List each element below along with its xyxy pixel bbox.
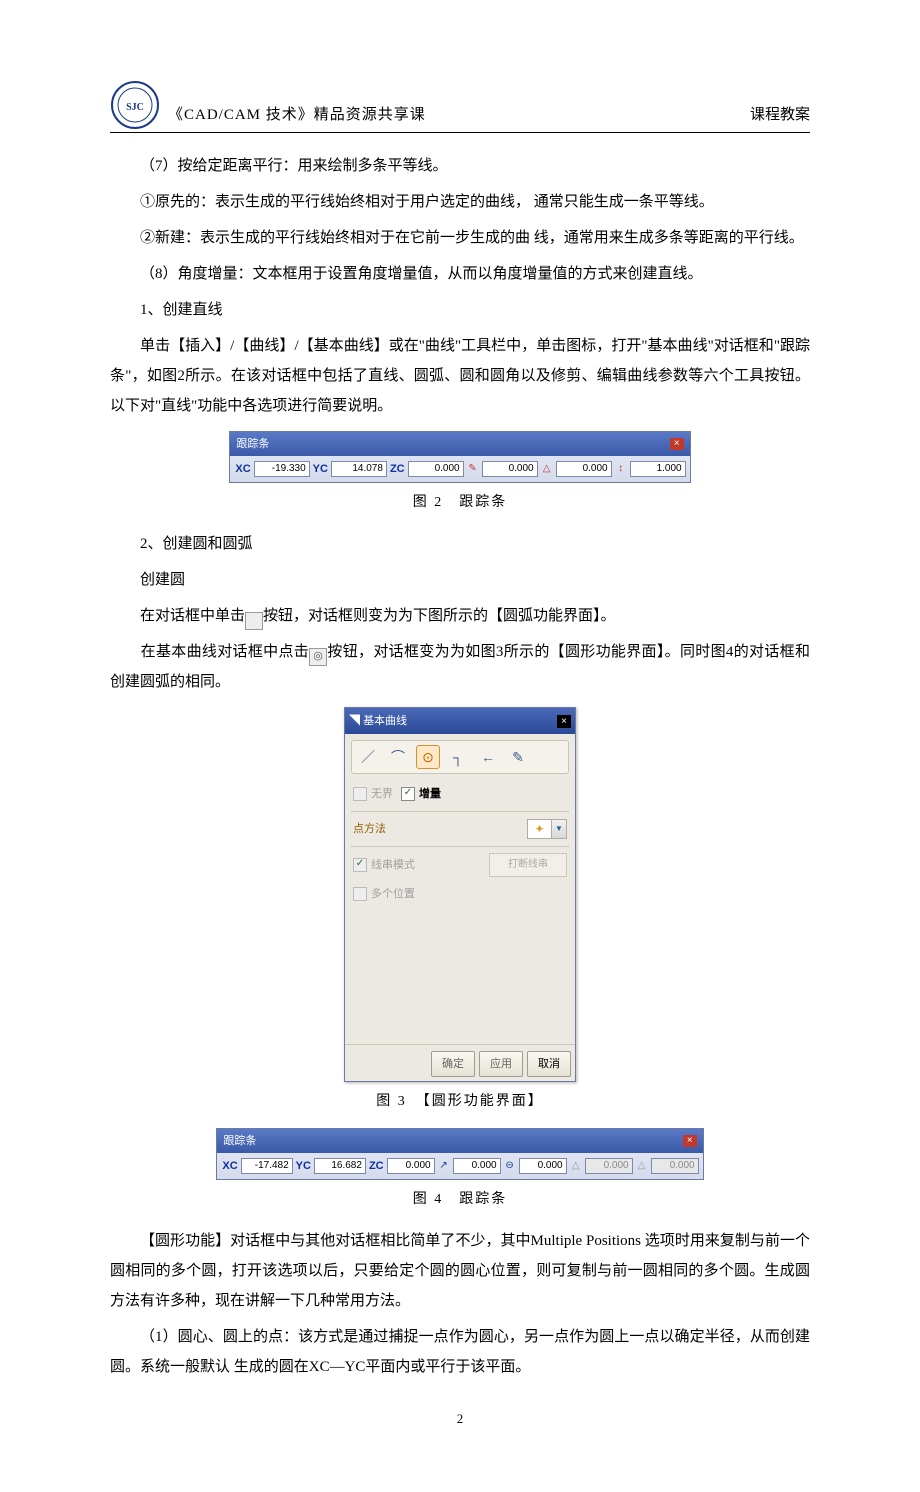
arc-icon[interactable]: ◝ xyxy=(245,612,263,630)
close-icon[interactable]: × xyxy=(683,1135,697,1147)
svg-text:SJC: SJC xyxy=(126,102,144,113)
options-row: 无界 增量 xyxy=(351,780,569,808)
point-method-row: 点方法 ✦ ▼ xyxy=(351,815,569,843)
trackbar-titlebar: 跟踪条 × xyxy=(230,432,689,456)
xc-label: XC xyxy=(235,458,250,480)
unbounded-checkbox xyxy=(353,787,367,801)
para: ②新建：表示生成的平行线始终相对于在它前一步生成的曲 线，通常用来生成多条等距离… xyxy=(110,223,810,253)
yc-label: YC xyxy=(313,458,328,480)
dialog-title-text: ◥ 基本曲线 xyxy=(349,710,407,732)
increment-label: 增量 xyxy=(419,783,441,805)
para: 创建圆 xyxy=(110,565,810,595)
length-input[interactable]: 0.000 xyxy=(482,461,538,477)
yc-input[interactable]: 14.078 xyxy=(331,461,387,477)
figure-2: 跟踪条 × XC -19.330 YC 14.078 ZC 0.000 ✎ 0.… xyxy=(110,431,810,483)
unbounded-label: 无界 xyxy=(371,783,393,805)
line-tool-icon[interactable]: ／ xyxy=(356,745,380,769)
trim-tool-icon[interactable]: ← xyxy=(476,745,500,769)
para: （1）圆心、圆上的点：该方式是通过捕捉一点作为圆心，另一点作为圆上一点以确定半径… xyxy=(110,1322,810,1382)
ok-button[interactable]: 确定 xyxy=(431,1051,475,1077)
yc-label: YC xyxy=(296,1155,311,1177)
trackbar-title-text: 跟踪条 xyxy=(223,1130,256,1152)
infer-point-icon: ✦ xyxy=(528,820,551,838)
angle-input[interactable]: 0.000 xyxy=(556,461,612,477)
para: 1、创建直线 xyxy=(110,295,810,325)
multi-pos-checkbox[interactable] xyxy=(353,887,367,901)
radius-icon: ↗ xyxy=(437,1159,451,1173)
para: （7）按给定距离平行：用来绘制多条平等线。 xyxy=(110,151,810,181)
point-method-label: 点方法 xyxy=(353,818,386,840)
diameter-icon: ⊖ xyxy=(503,1159,517,1173)
basic-curve-dialog: ◥ 基本曲线 × ／ ⌒ ⊙ ┐ ← ✎ 无界 增量 点方法 ✦ xyxy=(344,707,576,1082)
break-string-button: 打断线串 xyxy=(489,853,567,877)
angle1-input: 0.000 xyxy=(585,1158,633,1174)
figure-3-caption: 图 3 【圆形功能界面】 xyxy=(110,1088,810,1116)
trackbar-titlebar: 跟踪条 × xyxy=(217,1129,702,1153)
circle-tool-icon[interactable]: ⊙ xyxy=(416,745,440,769)
multi-pos-row: 多个位置 xyxy=(351,880,569,908)
figure-4-caption: 图 4 跟踪条 xyxy=(110,1186,810,1214)
logo-icon: SJC xyxy=(110,80,160,130)
step-input[interactable]: 1.000 xyxy=(630,461,686,477)
length-icon: ✎ xyxy=(466,462,480,476)
close-icon[interactable]: × xyxy=(557,715,571,728)
header-title: 《CAD/CAM 技术》精品资源共享课 xyxy=(168,100,750,130)
tracking-bar: 跟踪条 × XC -19.330 YC 14.078 ZC 0.000 ✎ 0.… xyxy=(229,431,690,483)
fillet-tool-icon[interactable]: ┐ xyxy=(446,745,470,769)
dialog-titlebar: ◥ 基本曲线 × xyxy=(345,708,575,734)
string-mode-checkbox xyxy=(353,858,367,872)
step-icon: ↕ xyxy=(614,462,628,476)
angle2-input: 0.000 xyxy=(651,1158,699,1174)
figure-4: 跟踪条 × XC -17.482 YC 16.682 ZC 0.000 ↗ 0.… xyxy=(110,1128,810,1180)
para: （8）角度增量：文本框用于设置角度增量值，从而以角度增量值的方式来创建直线。 xyxy=(110,259,810,289)
zc-label: ZC xyxy=(390,458,405,480)
xc-input[interactable]: -17.482 xyxy=(241,1158,293,1174)
zc-input[interactable]: 0.000 xyxy=(387,1158,435,1174)
increment-checkbox[interactable] xyxy=(401,787,415,801)
tracking-bar-2: 跟踪条 × XC -17.482 YC 16.682 ZC 0.000 ↗ 0.… xyxy=(216,1128,703,1180)
xc-input[interactable]: -19.330 xyxy=(254,461,310,477)
zc-input[interactable]: 0.000 xyxy=(408,461,464,477)
curve-toolbar: ／ ⌒ ⊙ ┐ ← ✎ xyxy=(351,740,569,774)
para: 2、创建圆和圆弧 xyxy=(110,529,810,559)
para: 【圆形功能】对话框中与其他对话框相比简单了不少，其中Multiple Posit… xyxy=(110,1226,810,1316)
angle2-icon: △ xyxy=(635,1159,649,1173)
circle-icon[interactable]: ◎ xyxy=(309,648,327,666)
string-mode-label: 线串模式 xyxy=(371,854,415,876)
radius-input[interactable]: 0.000 xyxy=(453,1158,501,1174)
arc-tool-icon[interactable]: ⌒ xyxy=(386,745,410,769)
para: 在对话框中单击◝按钮，对话框则变为为下图所示的【圆弧功能界面】。 xyxy=(110,601,810,631)
yc-input[interactable]: 16.682 xyxy=(314,1158,366,1174)
angle1-icon: △ xyxy=(569,1159,583,1173)
angle-icon: △ xyxy=(540,462,554,476)
para: 在基本曲线对话框中点击◎按钮，对话框变为为如图3所示的【圆形功能界面】。同时图4… xyxy=(110,637,810,697)
header-right: 课程教案 xyxy=(750,100,810,130)
para: ①原先的：表示生成的平行线始终相对于用户选定的曲线， 通常只能生成一条平等线。 xyxy=(110,187,810,217)
para: 单击【插入】/【曲线】/【基本曲线】或在"曲线"工具栏中，单击图标，打开"基本曲… xyxy=(110,331,810,421)
trackbar-title-text: 跟踪条 xyxy=(236,433,269,455)
figure-2-caption: 图 2 跟踪条 xyxy=(110,489,810,517)
figure-3: ◥ 基本曲线 × ／ ⌒ ⊙ ┐ ← ✎ 无界 增量 点方法 ✦ xyxy=(110,707,810,1082)
page-header: SJC 《CAD/CAM 技术》精品资源共享课 课程教案 xyxy=(110,80,810,133)
cancel-button[interactable]: 取消 xyxy=(527,1051,571,1077)
close-icon[interactable]: × xyxy=(670,438,684,450)
chevron-down-icon: ▼ xyxy=(551,820,566,838)
apply-button[interactable]: 应用 xyxy=(479,1051,523,1077)
diameter-input[interactable]: 0.000 xyxy=(519,1158,567,1174)
edit-params-tool-icon[interactable]: ✎ xyxy=(506,745,530,769)
zc-label: ZC xyxy=(369,1155,384,1177)
xc-label: XC xyxy=(222,1155,237,1177)
string-mode-row: 线串模式 打断线串 xyxy=(351,850,569,880)
page-number: 2 xyxy=(110,1406,810,1432)
multi-pos-label: 多个位置 xyxy=(371,883,415,905)
point-method-combo[interactable]: ✦ ▼ xyxy=(527,819,567,839)
